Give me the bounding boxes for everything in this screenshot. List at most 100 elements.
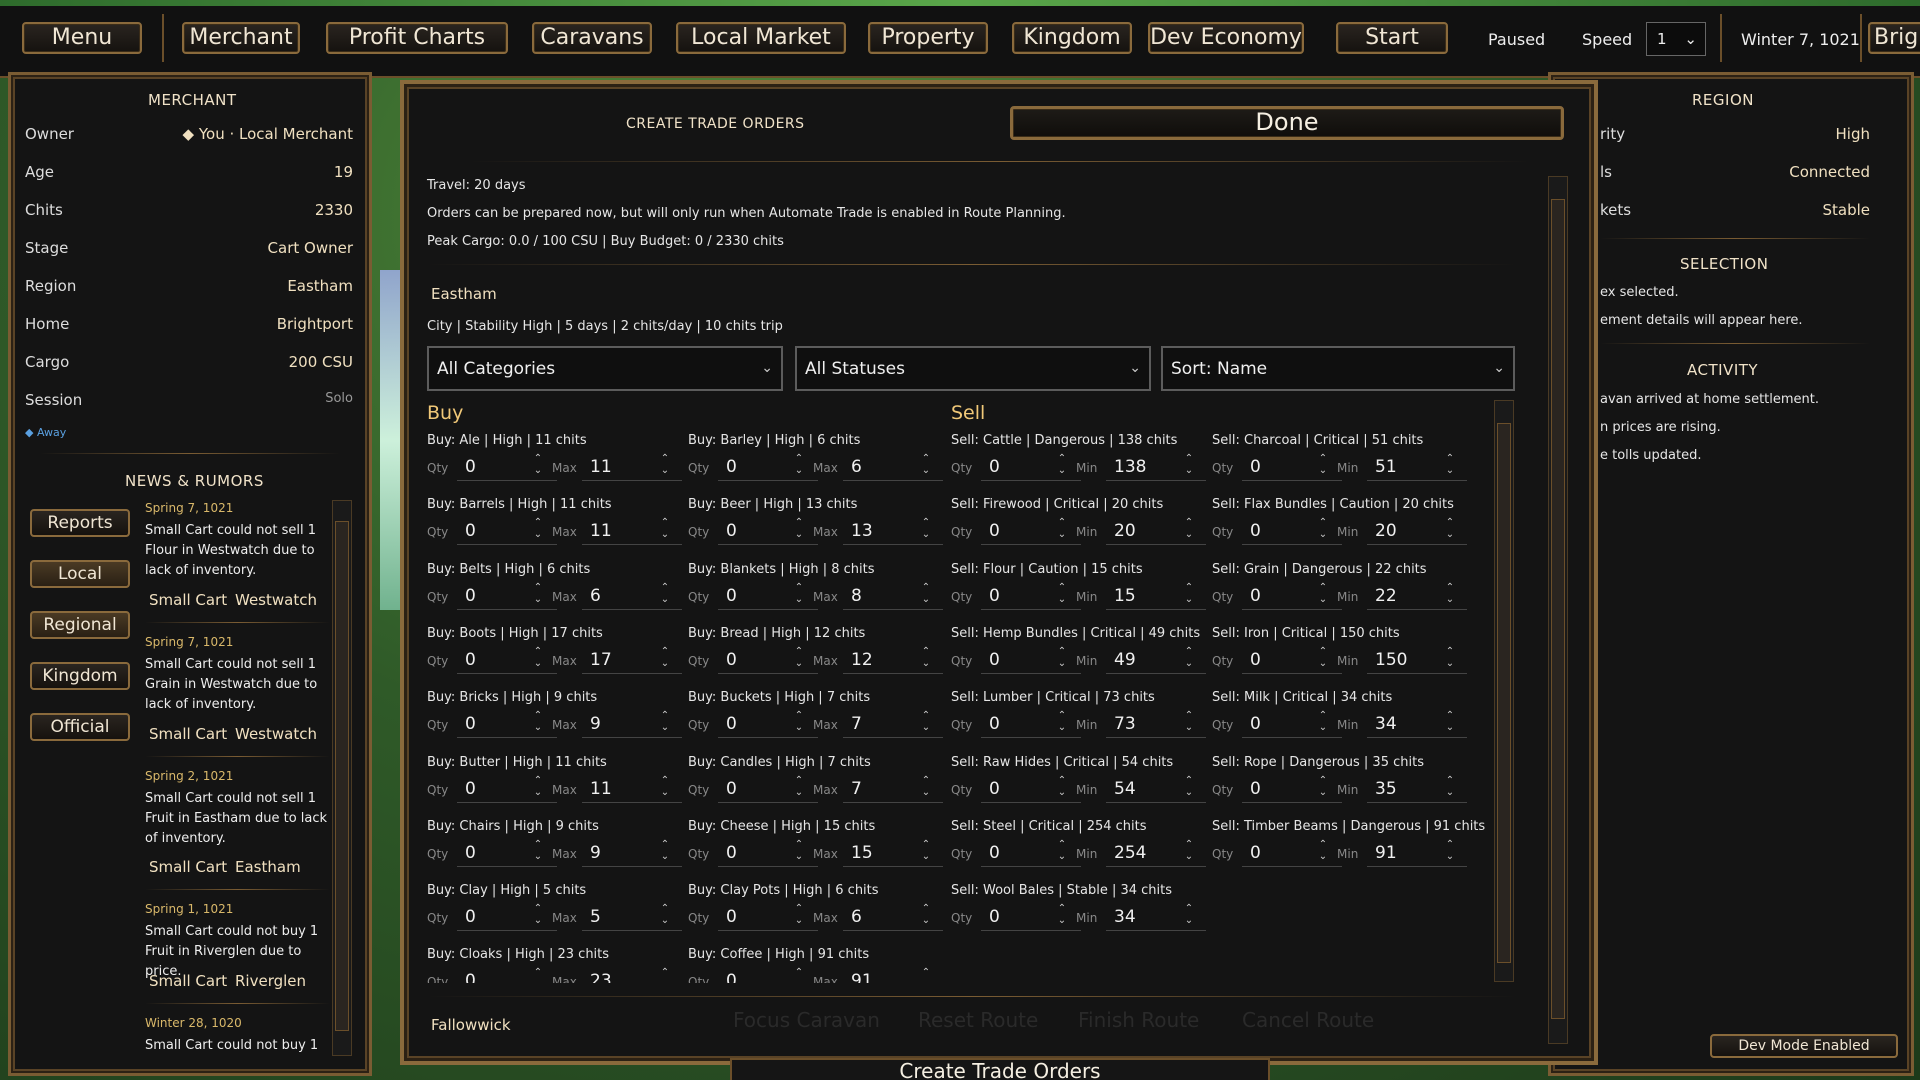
stepper-up-icon[interactable]: ⌃ (532, 518, 544, 528)
stepper-down-icon[interactable]: ⌄ (1444, 723, 1456, 733)
qty-input[interactable]: 0 (1250, 650, 1261, 670)
stepper-down-icon[interactable]: ⌄ (1183, 851, 1195, 861)
limit-input[interactable]: 17 (590, 650, 612, 670)
stepper-down-icon[interactable]: ⌄ (659, 658, 671, 668)
stepper-up-icon[interactable]: ⌃ (532, 582, 544, 592)
stepper-down-icon[interactable]: ⌄ (920, 530, 932, 540)
stepper-up-icon[interactable]: ⌃ (1183, 839, 1195, 849)
cancel-route-button[interactable]: Cancel Route (1242, 1008, 1374, 1032)
stepper-down-icon[interactable]: ⌄ (1317, 594, 1329, 604)
qty-input[interactable]: 0 (465, 521, 476, 541)
stepper-up-icon[interactable]: ⌃ (532, 904, 544, 914)
stepper-down-icon[interactable]: ⌄ (793, 723, 805, 733)
qty-input[interactable]: 0 (726, 586, 737, 606)
limit-input[interactable]: 35 (1375, 779, 1397, 799)
stepper-down-icon[interactable]: ⌄ (1183, 658, 1195, 668)
qty-input[interactable]: 0 (989, 650, 1000, 670)
start-button[interactable]: Start (1336, 22, 1448, 54)
stepper-up-icon[interactable]: ⌃ (1317, 454, 1329, 464)
stepper-down-icon[interactable]: ⌄ (1444, 851, 1456, 861)
qty-input[interactable]: 0 (989, 907, 1000, 927)
stepper-down-icon[interactable]: ⌄ (532, 723, 544, 733)
qty-input[interactable]: 0 (465, 907, 476, 927)
stepper-down-icon[interactable]: ⌄ (920, 916, 932, 926)
stepper-up-icon[interactable]: ⌃ (793, 646, 805, 656)
category-filter-select[interactable]: All Categories ⌄ (427, 346, 783, 391)
stepper-down-icon[interactable]: ⌄ (1183, 530, 1195, 540)
stepper-up-icon[interactable]: ⌃ (793, 904, 805, 914)
menu-button[interactable]: Menu (22, 22, 142, 54)
stepper-up-icon[interactable]: ⌃ (793, 518, 805, 528)
kingdom-button[interactable]: Kingdom (1012, 22, 1132, 54)
qty-input[interactable]: 0 (1250, 457, 1261, 477)
qty-input[interactable]: 0 (726, 457, 737, 477)
stepper-up-icon[interactable]: ⌃ (1183, 646, 1195, 656)
stepper-down-icon[interactable]: ⌄ (1317, 658, 1329, 668)
limit-input[interactable]: 20 (1114, 521, 1136, 541)
orders-scrollbar[interactable] (1494, 400, 1514, 982)
stepper-up-icon[interactable]: ⌃ (1444, 582, 1456, 592)
qty-input[interactable]: 0 (465, 843, 476, 863)
limit-input[interactable]: 254 (1114, 843, 1146, 863)
stepper-down-icon[interactable]: ⌄ (532, 530, 544, 540)
limit-input[interactable]: 34 (1114, 907, 1136, 927)
stepper-down-icon[interactable]: ⌄ (532, 787, 544, 797)
stepper-down-icon[interactable]: ⌄ (1183, 594, 1195, 604)
limit-input[interactable]: 5 (590, 907, 601, 927)
qty-input[interactable]: 0 (989, 521, 1000, 541)
stepper-down-icon[interactable]: ⌄ (1317, 466, 1329, 476)
qty-input[interactable]: 0 (465, 650, 476, 670)
qty-input[interactable]: 0 (1250, 521, 1261, 541)
stepper-up-icon[interactable]: ⌃ (532, 454, 544, 464)
stepper-down-icon[interactable]: ⌄ (793, 658, 805, 668)
stepper-up-icon[interactable]: ⌃ (1444, 775, 1456, 785)
dev-economy-button[interactable]: Dev Economy (1148, 22, 1304, 54)
stepper-up-icon[interactable]: ⌃ (793, 839, 805, 849)
limit-input[interactable]: 49 (1114, 650, 1136, 670)
stepper-down-icon[interactable]: ⌄ (1444, 466, 1456, 476)
limit-input[interactable]: 20 (1375, 521, 1397, 541)
limit-input[interactable]: 11 (590, 457, 612, 477)
caravans-button[interactable]: Caravans (532, 22, 652, 54)
stepper-up-icon[interactable]: ⌃ (659, 646, 671, 656)
stepper-up-icon[interactable]: ⌃ (659, 968, 671, 978)
limit-input[interactable]: 73 (1114, 714, 1136, 734)
stepper-up-icon[interactable]: ⌃ (1317, 711, 1329, 721)
qty-input[interactable]: 0 (989, 779, 1000, 799)
stepper-up-icon[interactable]: ⌃ (1056, 839, 1068, 849)
stepper-up-icon[interactable]: ⌃ (920, 839, 932, 849)
stepper-up-icon[interactable]: ⌃ (1183, 582, 1195, 592)
stepper-down-icon[interactable]: ⌄ (1317, 787, 1329, 797)
stepper-down-icon[interactable]: ⌄ (532, 658, 544, 668)
stepper-down-icon[interactable]: ⌄ (659, 466, 671, 476)
limit-input[interactable]: 13 (851, 521, 873, 541)
stepper-up-icon[interactable]: ⌃ (532, 711, 544, 721)
stepper-down-icon[interactable]: ⌄ (793, 594, 805, 604)
reset-route-button[interactable]: Reset Route (918, 1008, 1038, 1032)
limit-input[interactable]: 6 (590, 586, 601, 606)
limit-input[interactable]: 6 (851, 457, 862, 477)
profit-charts-button[interactable]: Profit Charts (326, 22, 508, 54)
limit-input[interactable]: 54 (1114, 779, 1136, 799)
qty-input[interactable]: 0 (726, 714, 737, 734)
limit-input[interactable]: 138 (1114, 457, 1146, 477)
stepper-down-icon[interactable]: ⌄ (1444, 594, 1456, 604)
qty-input[interactable]: 0 (726, 843, 737, 863)
stepper-up-icon[interactable]: ⌃ (793, 775, 805, 785)
stepper-down-icon[interactable]: ⌄ (793, 916, 805, 926)
stepper-down-icon[interactable]: ⌄ (920, 466, 932, 476)
stepper-up-icon[interactable]: ⌃ (920, 582, 932, 592)
status-filter-select[interactable]: All Statuses ⌄ (795, 346, 1151, 391)
dev-mode-button[interactable]: Dev Mode Enabled (1710, 1034, 1898, 1058)
qty-input[interactable]: 0 (1250, 586, 1261, 606)
stepper-up-icon[interactable]: ⌃ (920, 711, 932, 721)
stepper-up-icon[interactable]: ⌃ (920, 904, 932, 914)
stepper-up-icon[interactable]: ⌃ (532, 968, 544, 978)
qty-input[interactable]: 0 (989, 586, 1000, 606)
stepper-down-icon[interactable]: ⌄ (659, 916, 671, 926)
qty-input[interactable]: 0 (726, 907, 737, 927)
limit-input[interactable]: 12 (851, 650, 873, 670)
stepper-down-icon[interactable]: ⌄ (1317, 530, 1329, 540)
property-button[interactable]: Property (868, 22, 988, 54)
stepper-down-icon[interactable]: ⌄ (1444, 658, 1456, 668)
